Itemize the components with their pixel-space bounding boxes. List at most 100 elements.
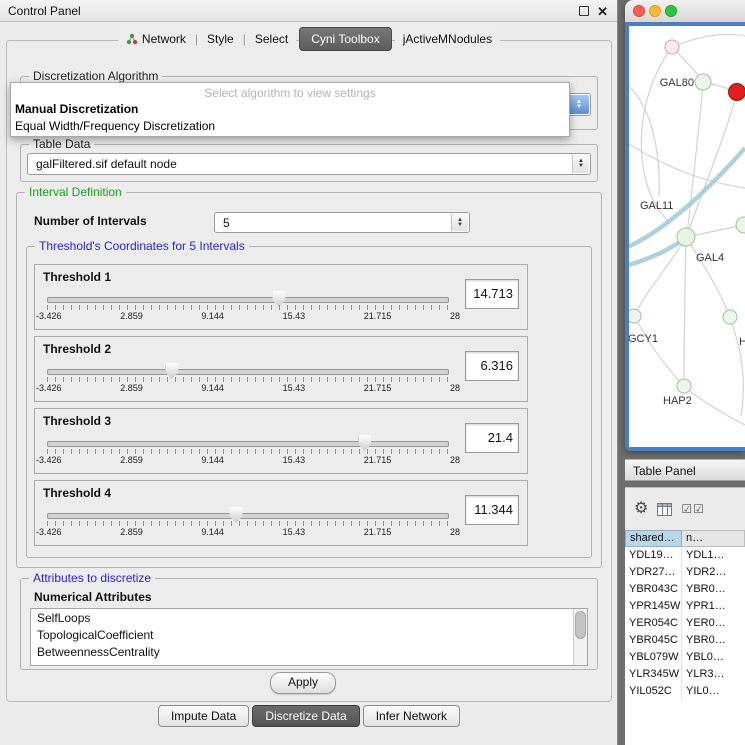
algorithm-option-equal-width[interactable]: Equal Width/Frequency Discretization	[15, 119, 215, 133]
column-header-name[interactable]: n…	[682, 530, 745, 547]
scale-tick-label: -3.426	[36, 455, 62, 465]
threshold-4-slider[interactable]: -3.426 2.859 9.144 15.43 21.715 28	[47, 505, 449, 541]
threshold-1-value-field[interactable]: 14.713	[465, 279, 519, 309]
float-window-icon[interactable]	[579, 6, 589, 16]
cell[interactable]: YBR0…	[682, 581, 745, 598]
network-node[interactable]	[629, 309, 641, 323]
top-tab-bar: Network | Style | Select Cyni Toolbox jA…	[0, 27, 618, 51]
network-view-window: GAL80 GAL11 GAL4 GCY1 HAP2 H	[625, 0, 745, 451]
apply-button[interactable]: Apply	[270, 672, 336, 694]
table-row[interactable]: YPR145WYPR1…	[625, 598, 745, 615]
tab-jactivemnodules-label: jActiveMNodules	[403, 32, 492, 46]
tab-impute-data[interactable]: Impute Data	[158, 705, 249, 727]
table-data-section-title: Table Data	[29, 137, 94, 151]
scale-tick-label: 15.43	[283, 527, 306, 537]
algorithm-option-manual[interactable]: Manual Discretization	[15, 102, 138, 116]
tab-network[interactable]: Network	[118, 29, 194, 49]
tab-infer-network[interactable]: Infer Network	[363, 705, 460, 727]
cell[interactable]: YBR045C	[625, 632, 682, 649]
column-header-shared-name[interactable]: shared…	[625, 530, 682, 547]
threshold-1-slider[interactable]: -3.426 2.859 9.144 15.43 21.715 28	[47, 289, 449, 325]
cell[interactable]: YER0…	[682, 615, 745, 632]
threshold-3-slider[interactable]: -3.426 2.859 9.144 15.43 21.715 28	[47, 433, 449, 469]
combo-stepper-icon[interactable]: ▲▼	[568, 95, 589, 114]
slider-track[interactable]	[47, 369, 449, 375]
list-item[interactable]: SelfLoops	[31, 609, 587, 626]
cell[interactable]: YBL079W	[625, 649, 682, 666]
network-node[interactable]	[665, 40, 679, 54]
network-window-titlebar[interactable]	[625, 0, 745, 23]
cell[interactable]: YPR145W	[625, 598, 682, 615]
node-label: H	[739, 336, 745, 348]
table-settings-gear-icon[interactable]: ⚙	[634, 501, 648, 517]
threshold-2-value-field[interactable]: 6.316	[465, 351, 519, 381]
tab-jactivemnodules[interactable]: jActiveMNodules	[395, 29, 500, 49]
checkbox-filter-icons[interactable]: ☑☑	[681, 502, 705, 516]
slider-track[interactable]	[47, 297, 449, 303]
cell[interactable]: YDR27…	[625, 564, 682, 581]
cell[interactable]: YBR0…	[682, 632, 745, 649]
node-label: GAL80	[660, 77, 694, 89]
table-row[interactable]: YLR345WYLR3…	[625, 666, 745, 683]
tab-cyni-toolbox[interactable]: Cyni Toolbox	[299, 27, 391, 51]
cell[interactable]: YIL0…	[682, 683, 745, 700]
list-item[interactable]: TopologicalCoefficient	[31, 626, 587, 643]
close-traffic-light-icon[interactable]	[633, 5, 645, 17]
table-row[interactable]: YDR27…YDR2…	[625, 564, 745, 581]
table-row[interactable]: YDL19…YDL1…	[625, 547, 745, 564]
table-row[interactable]: YIL052CYIL0…	[625, 683, 745, 700]
select-columns-icon[interactable]	[657, 503, 672, 516]
number-of-intervals-combobox[interactable]: 5 ▲▼	[214, 212, 470, 233]
cell[interactable]: YDR2…	[682, 564, 745, 581]
table-row[interactable]: YER054CYER0…	[625, 615, 745, 632]
scale-tick-label: 9.144	[201, 455, 224, 465]
table-row[interactable]: YBR045CYBR0…	[625, 632, 745, 649]
network-node[interactable]	[677, 228, 695, 246]
table-panel-header: Table Panel	[625, 459, 745, 481]
list-item[interactable]: BetweennessCentrality	[31, 643, 587, 660]
network-node[interactable]	[677, 379, 691, 393]
network-node-selected[interactable]	[729, 84, 745, 101]
threshold-3-value-field[interactable]: 21.4	[465, 423, 519, 453]
app-root: Control Panel ✕ Network | Style	[0, 0, 745, 745]
network-node[interactable]	[695, 74, 711, 90]
scale-tick-label: 21.715	[364, 311, 392, 321]
tab-style-label: Style	[207, 32, 234, 46]
list-scrollbar[interactable]	[573, 609, 587, 665]
network-node[interactable]	[736, 217, 745, 233]
combo-stepper-icon[interactable]: ▲▼	[451, 214, 468, 231]
tab-select[interactable]: Select	[247, 29, 296, 49]
zoom-traffic-light-icon[interactable]	[665, 5, 677, 17]
cell[interactable]: YPR1…	[682, 598, 745, 615]
cell[interactable]: YDL1…	[682, 547, 745, 564]
table-row[interactable]: YBL079WYBL0…	[625, 649, 745, 666]
scrollbar-thumb[interactable]	[575, 611, 586, 639]
combo-stepper-icon[interactable]: ▲▼	[572, 155, 589, 173]
slider-track[interactable]	[47, 513, 449, 519]
threshold-3-label: Threshold 3	[43, 414, 111, 428]
network-canvas[interactable]: GAL80 GAL11 GAL4 GCY1 HAP2 H	[629, 26, 745, 447]
numerical-attributes-list: SelfLoops TopologicalCoefficient Between…	[30, 608, 588, 666]
cell[interactable]: YER054C	[625, 615, 682, 632]
table-row[interactable]: YBR043CYBR0…	[625, 581, 745, 598]
cell[interactable]: YLR345W	[625, 666, 682, 683]
slider-ticks	[47, 377, 449, 382]
minimize-traffic-light-icon[interactable]	[649, 5, 661, 17]
cell[interactable]: YBR043C	[625, 581, 682, 598]
scale-tick-label: 2.859	[120, 311, 143, 321]
network-node[interactable]	[723, 310, 737, 324]
cell[interactable]: YDL19…	[625, 547, 682, 564]
table-data-combobox[interactable]: galFiltered.sif default node ▲▼	[27, 153, 591, 175]
slider-track[interactable]	[47, 441, 449, 447]
cell[interactable]: YIL052C	[625, 683, 682, 700]
threshold-4-value-field[interactable]: 11.344	[465, 495, 519, 525]
node-label: GCY1	[629, 333, 658, 345]
cell[interactable]: YLR3…	[682, 666, 745, 683]
scale-tick-label: 28	[450, 311, 460, 321]
cell[interactable]: YBL0…	[682, 649, 745, 666]
tab-style[interactable]: Style	[199, 29, 242, 49]
tab-discretize-data[interactable]: Discretize Data	[252, 705, 359, 727]
scale-tick-label: 9.144	[201, 527, 224, 537]
threshold-2-slider[interactable]: -3.426 2.859 9.144 15.43 21.715 28	[47, 361, 449, 397]
close-icon[interactable]: ✕	[597, 5, 608, 18]
